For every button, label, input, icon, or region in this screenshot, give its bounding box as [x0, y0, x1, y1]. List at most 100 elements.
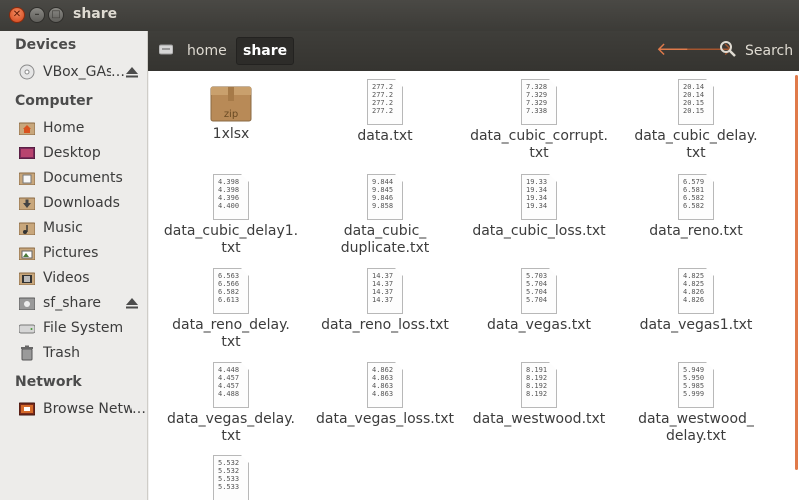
- minimize-icon: –: [34, 9, 40, 20]
- sidebar-item-vbox-disc[interactable]: VBox_GAs_5.1.22 …: [18, 61, 146, 83]
- minimize-window-button[interactable]: –: [29, 7, 45, 23]
- file-item[interactable]: 7.328 7.329 7.329 7.338 data_cubic_corrup…: [459, 79, 619, 162]
- file-preview: 5.949 5.950 5.985 5.999: [683, 366, 705, 398]
- file-item[interactable]: 6.579 6.581 6.582 6.582 data_reno.txt: [616, 174, 776, 240]
- file-item[interactable]: 5.949 5.950 5.985 5.999 data_westwood_ de…: [616, 362, 776, 445]
- sidebar-item-label: Documents: [43, 170, 123, 186]
- eject-icon[interactable]: [125, 296, 139, 310]
- file-item[interactable]: 4.398 4.398 4.396 4.400 data_cubic_delay1…: [151, 174, 311, 257]
- sidebar-item-label: Browse Network: [43, 401, 132, 417]
- file-name: data_reno_delay. txt: [172, 317, 290, 350]
- sidebar-header-devices: Devices: [15, 37, 77, 53]
- sidebar-item-music[interactable]: Music: [18, 217, 146, 239]
- breadcrumb-share[interactable]: share: [236, 37, 295, 65]
- documents-folder-icon: [18, 170, 36, 186]
- sidebar-item-home[interactable]: Home: [18, 117, 146, 139]
- breadcrumb-home[interactable]: home: [187, 37, 227, 65]
- sidebar-item-label: sf_share: [43, 295, 102, 311]
- sidebar-item-label: Home: [43, 120, 85, 136]
- sidebar-item-label: VBox_GAs_5.1.22: [43, 64, 111, 80]
- file-name: data_cubic_delay. txt: [634, 128, 758, 161]
- sidebar: Devices VBox_GAs_5.1.22 … Computer Home …: [0, 31, 148, 500]
- sidebar-item-downloads[interactable]: Downloads: [18, 192, 146, 214]
- eject-icon[interactable]: [125, 65, 139, 79]
- maximize-icon: □: [51, 9, 61, 20]
- close-icon: ✕: [12, 9, 22, 20]
- text-file-icon: 4.825 4.825 4.826 4.826: [678, 268, 714, 314]
- sidebar-item-trash[interactable]: Trash: [18, 342, 146, 364]
- svg-text:zip: zip: [224, 109, 238, 120]
- text-file-icon: 277.2 277.2 277.2 277.2: [367, 79, 403, 125]
- file-name: data_vegas_delay. txt: [167, 411, 295, 444]
- close-window-button[interactable]: ✕: [9, 7, 25, 23]
- file-item[interactable]: 5.703 5.704 5.704 5.704 data_vegas.txt: [459, 268, 619, 334]
- sidebar-item-label: Downloads: [43, 195, 120, 211]
- file-name: data.txt: [357, 128, 413, 144]
- file-preview: 6.579 6.581 6.582 6.582: [683, 178, 705, 210]
- file-preview: 5.703 5.704 5.704 5.704: [526, 272, 548, 304]
- zip-archive-icon: zip: [209, 79, 253, 123]
- text-file-icon: 5.703 5.704 5.704 5.704: [521, 268, 557, 314]
- text-file-icon: 19.33 19.34 19.34 19.34: [521, 174, 557, 220]
- sidebar-item-label: Music: [43, 220, 83, 236]
- file-item[interactable]: 4.862 4.863 4.863 4.863 data_vegas_loss.t…: [305, 362, 465, 428]
- drive-icon: [158, 43, 174, 59]
- file-item[interactable]: 4.448 4.457 4.457 4.488 data_vegas_delay.…: [151, 362, 311, 445]
- file-item[interactable]: 5.532 5.532 5.533 5.533: [151, 455, 311, 500]
- file-preview: 4.448 4.457 4.457 4.488: [218, 366, 240, 398]
- file-view: zip 1xlsx 277.2 277.2 277.2 277.2 data.tx…: [149, 71, 799, 500]
- text-file-icon: 14.37 14.37 14.37 14.37: [367, 268, 403, 314]
- file-preview: 20.14 20.14 20.15 20.15: [683, 83, 705, 115]
- window-title: share: [73, 6, 118, 22]
- file-name: data_vegas_loss.txt: [316, 411, 454, 427]
- title-bar: ✕ – □ share: [0, 0, 799, 31]
- file-preview: 14.37 14.37 14.37 14.37: [372, 272, 394, 304]
- text-file-icon: 6.579 6.581 6.582 6.582: [678, 174, 714, 220]
- text-file-icon: 5.949 5.950 5.985 5.999: [678, 362, 714, 408]
- desktop-icon: [18, 145, 36, 161]
- file-name: data_westwood_ delay.txt: [638, 411, 754, 444]
- sidebar-item-desktop[interactable]: Desktop: [18, 142, 146, 164]
- sidebar-item-documents[interactable]: Documents: [18, 167, 146, 189]
- file-preview: 4.862 4.863 4.863 4.863: [372, 366, 394, 398]
- sidebar-item-label: Desktop: [43, 145, 101, 161]
- file-item[interactable]: 277.2 277.2 277.2 277.2 data.txt: [305, 79, 465, 145]
- location-icon-button[interactable]: [156, 37, 176, 65]
- file-preview: 8.191 8.192 8.192 8.192: [526, 366, 548, 398]
- file-item[interactable]: 20.14 20.14 20.15 20.15 data_cubic_delay.…: [616, 79, 776, 162]
- sidebar-item-label: File System: [43, 320, 124, 336]
- text-file-icon: 4.862 4.863 4.863 4.863: [367, 362, 403, 408]
- file-preview: 6.563 6.566 6.582 6.613: [218, 272, 240, 304]
- text-file-icon: 7.328 7.329 7.329 7.338: [521, 79, 557, 125]
- file-item[interactable]: 19.33 19.34 19.34 19.34 data_cubic_loss.t…: [459, 174, 619, 240]
- file-name: 1xlsx: [212, 126, 250, 142]
- file-preview: 9.844 9.845 9.846 9.858: [372, 178, 394, 210]
- text-file-icon: 5.532 5.532 5.533 5.533: [213, 455, 249, 500]
- file-item[interactable]: 6.563 6.566 6.582 6.613 data_reno_delay. …: [151, 268, 311, 351]
- text-file-icon: 4.398 4.398 4.396 4.400: [213, 174, 249, 220]
- sidebar-header-network: Network: [15, 374, 82, 390]
- path-toolbar: home share 🡐 🡒 Search: [148, 31, 799, 71]
- sidebar-item-file-system[interactable]: File System: [18, 317, 146, 339]
- file-item[interactable]: 8.191 8.192 8.192 8.192 data_westwood.txt: [459, 362, 619, 428]
- file-name: data_cubic_corrupt. txt: [470, 128, 608, 161]
- text-file-icon: 20.14 20.14 20.15 20.15: [678, 79, 714, 125]
- file-preview: 4.825 4.825 4.826 4.826: [683, 272, 705, 304]
- vertical-scrollbar[interactable]: [795, 75, 798, 470]
- file-item[interactable]: 9.844 9.845 9.846 9.858 data_cubic_ dupli…: [305, 174, 465, 257]
- file-item-1xlsx[interactable]: zip 1xlsx: [151, 79, 311, 143]
- text-file-icon: 8.191 8.192 8.192 8.192: [521, 362, 557, 408]
- sidebar-item-sf-share[interactable]: sf_share: [18, 292, 146, 314]
- file-item[interactable]: 14.37 14.37 14.37 14.37 data_reno_loss.tx…: [305, 268, 465, 334]
- maximize-window-button[interactable]: □: [48, 7, 64, 23]
- file-item[interactable]: 4.825 4.825 4.826 4.826 data_vegas1.txt: [616, 268, 776, 334]
- sidebar-item-browse-network[interactable]: Browse Network …: [18, 398, 146, 420]
- home-folder-icon: [18, 120, 36, 136]
- search-icon: [719, 40, 737, 62]
- file-preview: 19.33 19.34 19.34 19.34: [526, 178, 548, 210]
- search-button[interactable]: Search: [719, 39, 793, 63]
- file-name: data_cubic_ duplicate.txt: [340, 223, 430, 256]
- sidebar-item-videos[interactable]: Videos: [18, 267, 146, 289]
- sidebar-item-pictures[interactable]: Pictures: [18, 242, 146, 264]
- file-name: data_cubic_loss.txt: [472, 223, 606, 239]
